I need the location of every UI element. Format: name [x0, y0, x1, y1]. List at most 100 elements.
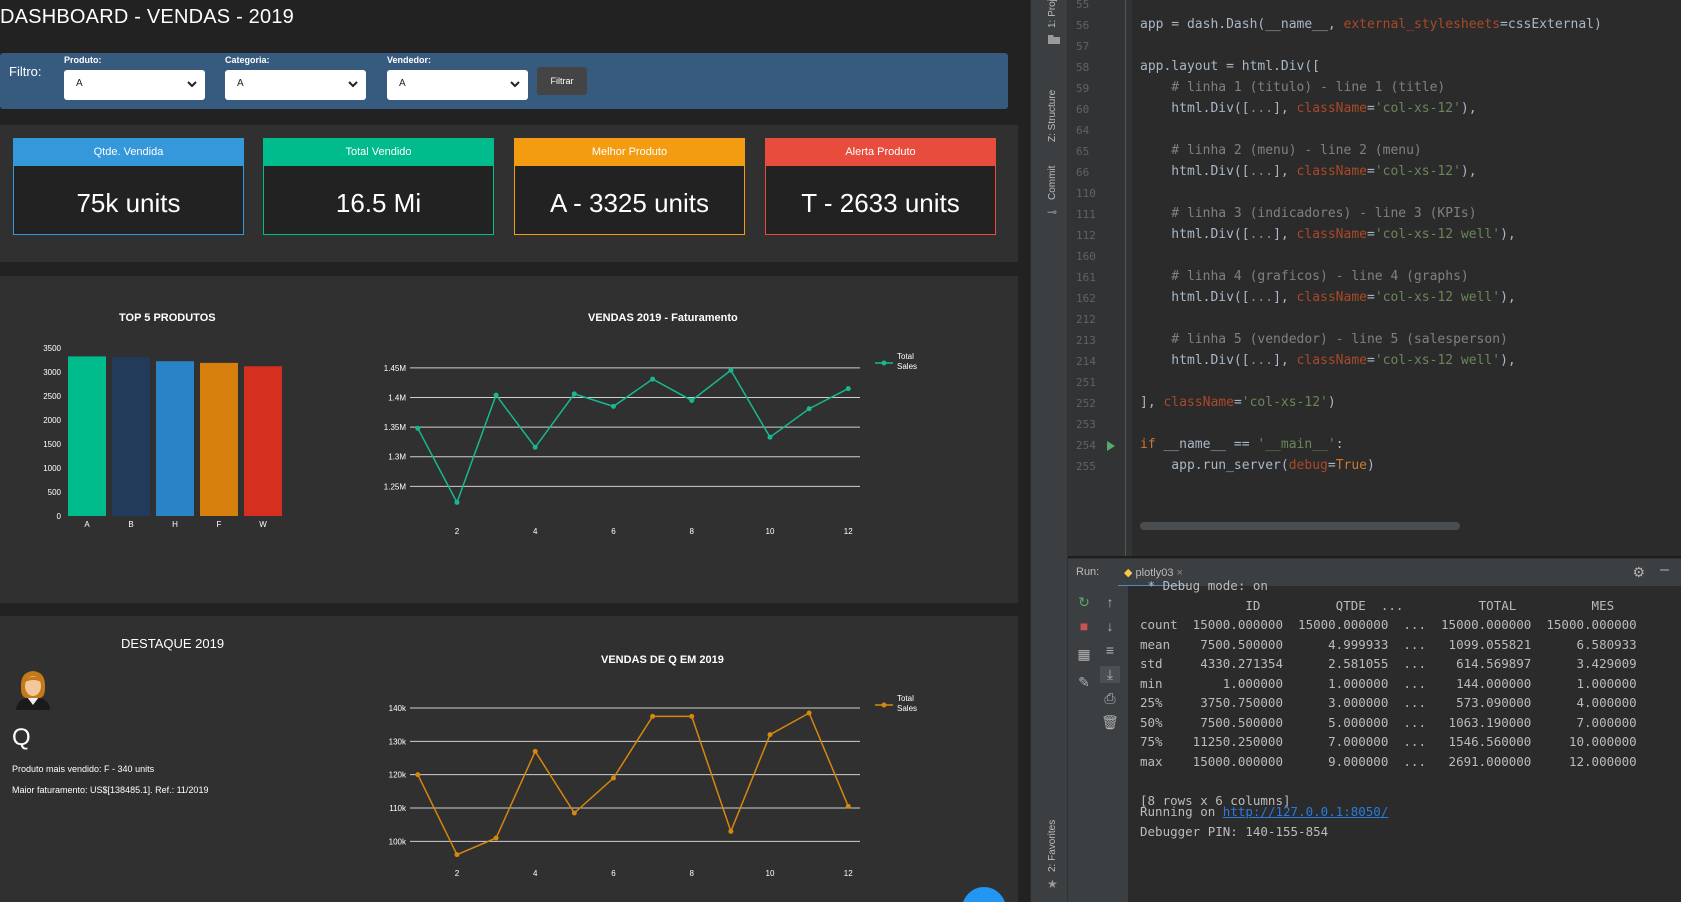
- data-point: [454, 852, 460, 858]
- code-token: =: [1367, 227, 1375, 242]
- data-point: [689, 397, 695, 403]
- vendedor-select[interactable]: A: [387, 70, 528, 100]
- layout-icon[interactable]: ▦: [1074, 646, 1094, 663]
- bar: [68, 356, 106, 516]
- line-number: 214: [1076, 355, 1096, 368]
- bar: [156, 361, 194, 516]
- kpi-row: Qtde. Vendida 75k units Total Vendido 16…: [0, 125, 1018, 262]
- code-line-59: # linha 1 (titulo) - line 1 (title): [1140, 80, 1446, 95]
- code-token: True: [1335, 458, 1367, 473]
- top5-bar-chart[interactable]: 0 500 1000 1500 2000 2500 3000 3500 A B H F W: [30, 342, 290, 552]
- code-token: html.Div([: [1140, 164, 1250, 179]
- server-url-link[interactable]: http://127.0.0.1:8050/: [1223, 804, 1389, 819]
- series-line: [417, 711, 849, 856]
- code-token: :: [1335, 437, 1344, 452]
- trash-icon[interactable]: 🗑: [1100, 714, 1120, 731]
- seller-line-chart[interactable]: 100k 110k 120k 130k 140k 2 4 6 8 10 12 TotalSales: [360, 678, 1000, 898]
- filtrar-button[interactable]: Filtrar: [537, 67, 587, 95]
- line-number: 161: [1076, 271, 1096, 284]
- avatar: [16, 671, 50, 710]
- data-point: [610, 775, 616, 781]
- y-tick-label: 130k: [389, 737, 407, 746]
- window-divider[interactable]: [1030, 0, 1040, 902]
- code-line-56: app = dash.Dash(__name__, external_style…: [1140, 17, 1602, 32]
- print-icon[interactable]: ⎙: [1100, 690, 1120, 707]
- kpi-header: Melhor Produto: [515, 139, 744, 166]
- data-point: [571, 810, 577, 816]
- console-line: 75% 11250.250000 7.000000 ... 1546.56000…: [1140, 734, 1637, 749]
- fold-marker[interactable]: ...: [1250, 290, 1273, 305]
- project-tab[interactable]: 1: Proj: [1047, 0, 1058, 28]
- horizontal-scrollbar[interactable]: [1140, 522, 1460, 530]
- line-number: 60: [1076, 103, 1090, 116]
- run-gutter-icon[interactable]: [1106, 441, 1116, 451]
- destaque-title: DESTAQUE 2019: [121, 636, 225, 651]
- run-console[interactable]: * Debug mode: on ID QTDE ... TOTAL MES co…: [1128, 578, 1681, 902]
- kpi-card: Melhor Produto A - 3325 units: [514, 138, 745, 235]
- line-number: 160: [1076, 250, 1096, 263]
- kpi-header: Qtde. Vendida: [14, 139, 243, 166]
- code-editor[interactable]: app = dash.Dash(__name__, external_style…: [1132, 0, 1681, 556]
- chevron-down-icon: [510, 81, 520, 88]
- legend-label: Sales: [897, 704, 917, 713]
- pin-icon[interactable]: ✎: [1074, 674, 1094, 691]
- data-point: [689, 713, 695, 719]
- console-line: ID QTDE ... TOTAL MES: [1140, 597, 1615, 613]
- chevron-down-icon: [348, 81, 358, 88]
- gear-icon[interactable]: ⚙: [1632, 564, 1645, 581]
- data-point: [767, 434, 773, 440]
- fold-marker[interactable]: ...: [1250, 353, 1273, 368]
- structure-tab[interactable]: Z: Structure: [1047, 90, 1058, 142]
- console-line: max 15000.000000 9.000000 ... 2691.00000…: [1140, 753, 1637, 769]
- kpi-card: Qtde. Vendida 75k units: [13, 138, 244, 235]
- line-number: 213: [1076, 334, 1096, 347]
- code-token: =: [1233, 395, 1242, 410]
- y-tick-label: 1.4M: [388, 393, 406, 402]
- kpi-header: Alerta Produto: [766, 139, 995, 166]
- rerun-icon[interactable]: ↻: [1074, 594, 1094, 611]
- code-line-213: # linha 5 (vendedor) - line 5 (salespers…: [1140, 332, 1508, 347]
- line-number: 252: [1076, 397, 1096, 410]
- code-line-255: app.run_server(debug=True): [1140, 458, 1375, 473]
- seller-chart-title: VENDAS DE Q EM 2019: [601, 654, 724, 666]
- code-token: html.Div([: [1140, 101, 1250, 116]
- fold-marker[interactable]: ...: [1250, 227, 1273, 242]
- code-token: className: [1296, 227, 1367, 242]
- minimize-icon[interactable]: –: [1660, 561, 1669, 579]
- filter-produto-label: Produto:: [64, 55, 102, 65]
- x-tick-label: 4: [533, 527, 538, 536]
- star-icon: ★: [1047, 877, 1058, 891]
- data-point: [571, 391, 577, 397]
- produto-select[interactable]: A: [64, 70, 205, 100]
- y-tick-label: 120k: [389, 771, 407, 780]
- code-token: '__main__': [1257, 437, 1336, 452]
- favorites-tab[interactable]: 2: Favorites: [1047, 820, 1058, 872]
- line-number: 66: [1076, 166, 1090, 179]
- console-text: Running on: [1140, 804, 1223, 819]
- chevron-down-icon: [187, 81, 197, 88]
- x-tick-label: 4: [533, 869, 538, 878]
- categoria-select[interactable]: A: [225, 70, 366, 100]
- code-token: =: [1367, 290, 1375, 305]
- up-arrow-icon[interactable]: ↑: [1100, 594, 1120, 610]
- code-token: ): [1367, 458, 1375, 473]
- code-token: app = dash.Dash(__name__,: [1140, 17, 1344, 32]
- bar: [112, 357, 150, 516]
- code-token: ],: [1140, 395, 1164, 410]
- code-token: =: [1327, 458, 1336, 473]
- code-token: ],: [1273, 164, 1297, 179]
- scroll-to-end-icon[interactable]: ⤓: [1100, 666, 1120, 683]
- faturamento-line-chart[interactable]: 1.25M 1.3M 1.35M 1.4M 1.45M 2 4 6 8 10 12 TotalSale…: [360, 336, 1000, 536]
- fold-marker[interactable]: ...: [1250, 164, 1273, 179]
- soft-wrap-icon[interactable]: ≡: [1100, 642, 1120, 658]
- x-tick-label: H: [172, 520, 178, 529]
- down-arrow-icon[interactable]: ↓: [1100, 618, 1120, 634]
- x-tick-label: B: [128, 520, 133, 529]
- stop-icon[interactable]: ■: [1074, 618, 1094, 634]
- kpi-value: 75k units: [76, 188, 181, 218]
- y-tick-label: 3500: [43, 344, 61, 353]
- x-tick-label: 2: [455, 869, 460, 878]
- line-number: 58: [1076, 61, 1090, 74]
- commit-tab[interactable]: Commit: [1047, 166, 1058, 200]
- fold-marker[interactable]: ...: [1250, 101, 1273, 116]
